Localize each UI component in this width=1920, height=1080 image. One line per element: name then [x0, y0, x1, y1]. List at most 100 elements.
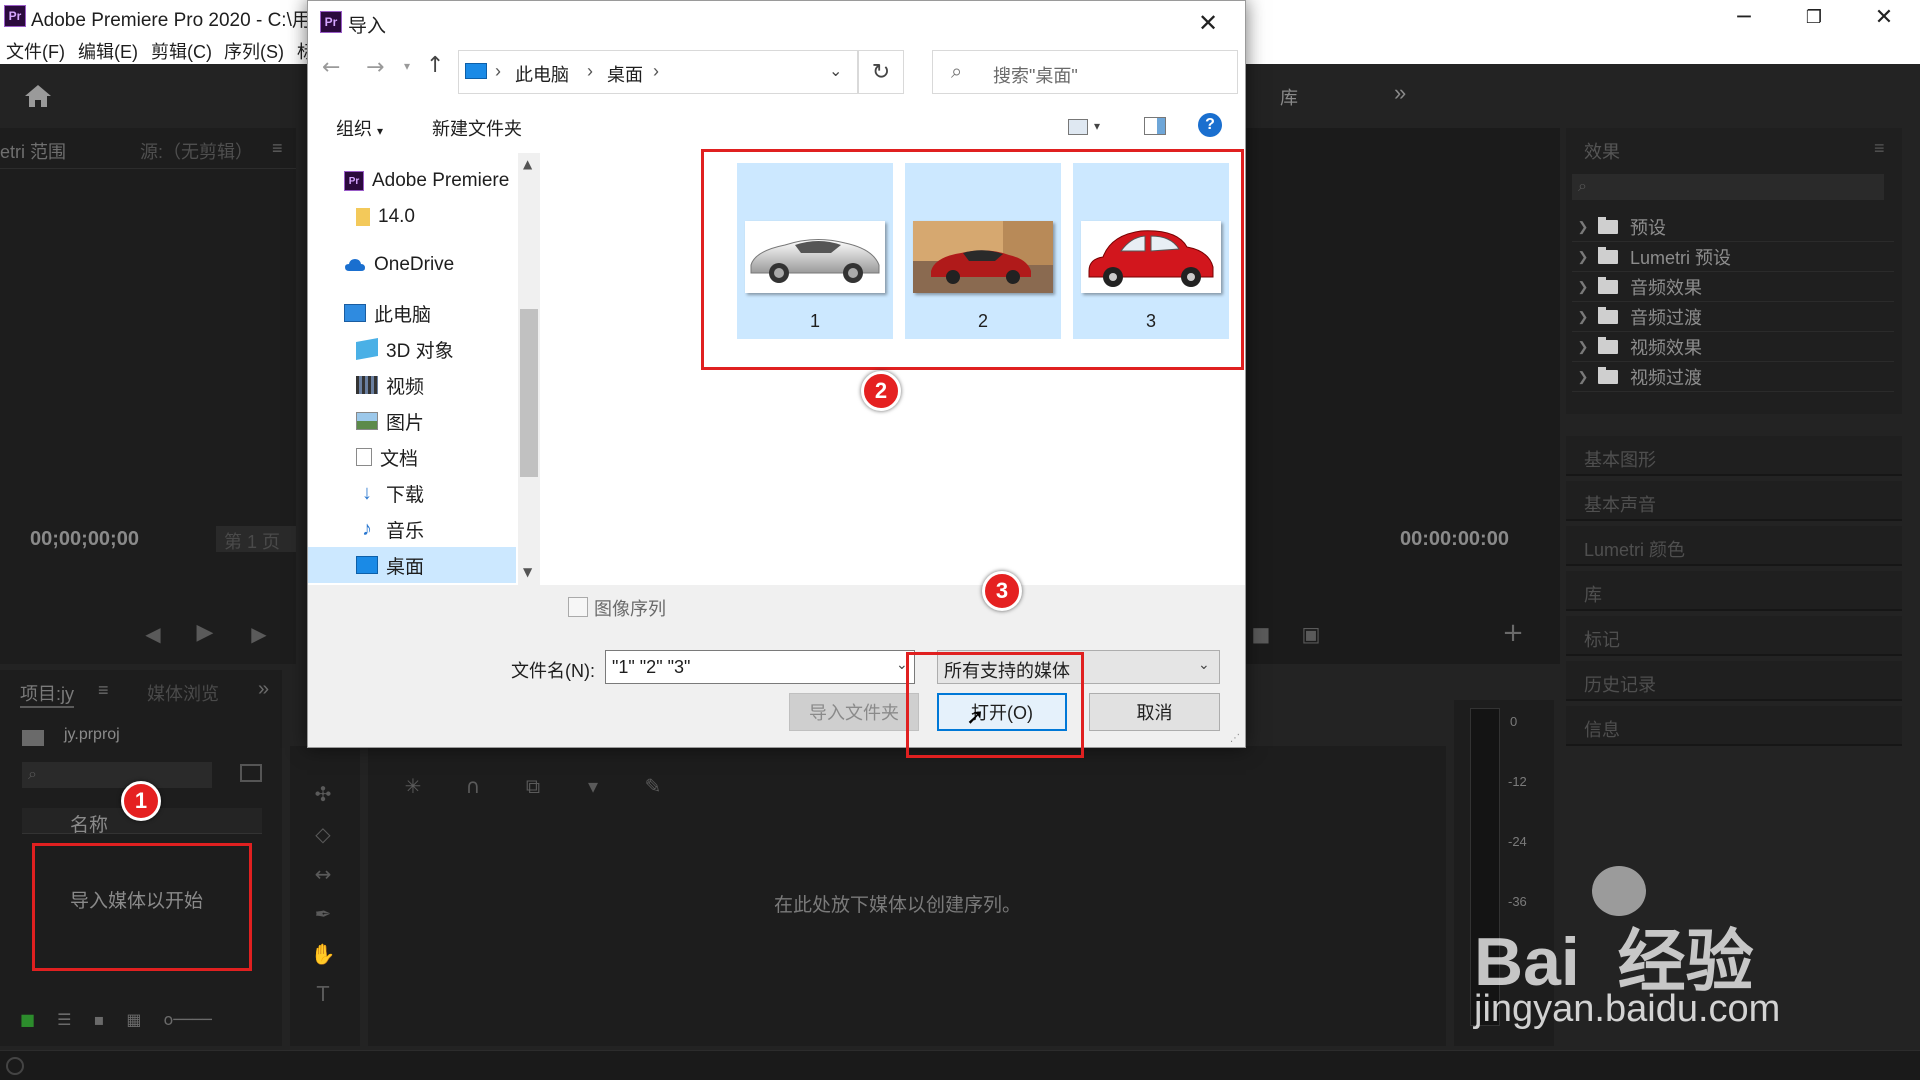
effects-menu-icon[interactable]: ≡	[1874, 138, 1885, 159]
icon-view-icon[interactable]: ▪	[93, 1010, 104, 1029]
panel-menu-icon[interactable]: ≡	[272, 138, 283, 159]
resize-grip-icon[interactable]: ⋰	[1230, 733, 1240, 744]
add-button-icon[interactable]: +	[1498, 618, 1528, 648]
tab-lumetri-scopes[interactable]: etri 范围	[0, 138, 66, 164]
section-markers[interactable]: 标记	[1566, 616, 1902, 656]
slip-icon[interactable]: ↔	[308, 862, 338, 886]
fx-item-video-transitions[interactable]: ❯ 视频过渡	[1572, 362, 1894, 392]
menu-sequence[interactable]: 序列(S)	[224, 38, 284, 64]
tab-source[interactable]: 源:（无剪辑）	[140, 138, 253, 164]
section-history[interactable]: 历史记录	[1566, 661, 1902, 701]
help-icon[interactable]: ?	[1198, 113, 1222, 137]
fx-item-video-effects[interactable]: ❯ 视频效果	[1572, 332, 1894, 362]
nav-this-pc[interactable]: 此电脑	[308, 295, 516, 331]
track-select-icon[interactable]: ✣	[308, 782, 338, 806]
type-tool-icon[interactable]: T	[308, 982, 338, 1006]
list-view-icon[interactable]: ☰	[57, 1010, 71, 1029]
freeform-view-icon[interactable]: ▦	[126, 1010, 141, 1029]
nav-onedrive[interactable]: OneDrive	[308, 247, 516, 283]
menu-file[interactable]: 文件(F)	[6, 38, 65, 64]
page-selector[interactable]: 第 1 页	[216, 526, 296, 552]
breadcrumb-this-pc[interactable]: 此电脑	[515, 61, 569, 87]
address-bar[interactable]: › 此电脑 › 桌面 › ⌄	[458, 50, 858, 94]
nav-adobe-premiere[interactable]: Pr Adobe Premiere	[308, 163, 516, 199]
cancel-button[interactable]: 取消	[1089, 693, 1220, 731]
camera-icon[interactable]: ■	[1246, 622, 1276, 646]
fx-item-presets[interactable]: ❯ 预设	[1572, 212, 1894, 242]
section-lumetri-color[interactable]: Lumetri 颜色	[1566, 526, 1902, 566]
new-folder-button[interactable]: 新建文件夹	[432, 115, 522, 141]
compare-icon[interactable]: ▣	[1296, 622, 1326, 646]
pictures-icon	[356, 412, 378, 430]
filename-input[interactable]: "1" "2" "3" ⌄	[605, 650, 915, 684]
forward-icon[interactable]: →	[366, 55, 384, 80]
tab-project[interactable]: 项目:jy	[20, 680, 74, 708]
step-forward-icon[interactable]: ▶	[244, 622, 274, 646]
section-essential-graphics[interactable]: 基本图形	[1566, 436, 1902, 476]
nav-scrollbar[interactable]: ▲ ▼	[518, 153, 540, 585]
scroll-thumb[interactable]	[520, 309, 538, 477]
nav-3d-objects[interactable]: 3D 对象	[308, 331, 516, 367]
scroll-down-icon[interactable]: ▼	[523, 565, 532, 579]
play-icon[interactable]: ▶	[190, 620, 220, 645]
close-app-button[interactable]: ✕	[1856, 0, 1912, 34]
fx-item-lumetri-presets[interactable]: ❯ Lumetri 预设	[1572, 242, 1894, 272]
nav-documents[interactable]: 文档	[308, 439, 516, 475]
preview-pane-icon[interactable]	[1144, 117, 1166, 135]
view-icon[interactable]	[1068, 119, 1088, 135]
effects-search-input[interactable]: ⌕	[1572, 174, 1884, 200]
wrench-icon[interactable]: ✎	[638, 774, 668, 798]
workspace-more-icon[interactable]: »	[1394, 80, 1406, 106]
import-folder-button[interactable]: 导入文件夹	[789, 693, 919, 731]
nav-music[interactable]: ♪ 音乐	[308, 511, 516, 547]
recent-dropdown-icon[interactable]: ▾	[404, 59, 410, 73]
workspace-tab-library[interactable]: 库	[1280, 84, 1298, 110]
section-info[interactable]: 信息	[1566, 706, 1902, 746]
back-icon[interactable]: ←	[322, 55, 340, 80]
home-icon[interactable]	[22, 82, 54, 110]
up-icon[interactable]: ↑	[426, 53, 444, 78]
nav-folder-14[interactable]: 14.0	[308, 199, 516, 235]
more-tabs-icon[interactable]: »	[258, 678, 269, 701]
section-libraries[interactable]: 库	[1566, 571, 1902, 611]
panel-menu-icon[interactable]: ≡	[98, 680, 109, 701]
lock-icon[interactable]: ■	[20, 1010, 35, 1029]
minimize-button[interactable]: ─	[1716, 0, 1772, 34]
status-bar	[0, 1050, 1920, 1080]
address-dropdown-icon[interactable]: ⌄	[829, 61, 842, 80]
breadcrumb-desktop[interactable]: 桌面	[607, 61, 643, 87]
nav-pictures[interactable]: 图片	[308, 403, 516, 439]
restore-button[interactable]: ❐	[1786, 0, 1842, 34]
tab-media-browser[interactable]: 媒体浏览	[147, 680, 219, 706]
organize-menu[interactable]: 组织 ▾	[336, 115, 383, 141]
zoom-slider[interactable]: o────	[163, 1010, 211, 1029]
marker-icon[interactable]: ▾	[578, 774, 608, 798]
magnet-icon[interactable]: ∩	[458, 774, 488, 798]
meter-label-12: -12	[1508, 774, 1527, 789]
source-timecode[interactable]: 00;00;00;00	[30, 528, 139, 551]
nav-desktop[interactable]: 桌面	[308, 547, 516, 583]
step-back-icon[interactable]: ◀	[138, 622, 168, 646]
fx-item-audio-effects[interactable]: ❯ 音频效果	[1572, 272, 1894, 302]
search-box[interactable]: ⌕ 搜索"桌面"	[932, 50, 1238, 94]
new-bin-icon[interactable]	[240, 764, 262, 782]
nav-videos[interactable]: 视频	[308, 367, 516, 403]
fx-item-audio-transitions[interactable]: ❯ 音频过渡	[1572, 302, 1894, 332]
hand-icon[interactable]: ✋	[308, 942, 338, 966]
refresh-icon[interactable]: ↻	[858, 50, 904, 94]
menu-clip[interactable]: 剪辑(C)	[151, 38, 212, 64]
section-essential-sound[interactable]: 基本声音	[1566, 481, 1902, 521]
linked-selection-icon[interactable]: ⧉	[518, 774, 548, 798]
razor-icon[interactable]: ◇	[308, 822, 338, 846]
folder-icon	[356, 208, 370, 226]
snap-icon[interactable]: ✳	[398, 774, 428, 798]
program-timecode[interactable]: 00:00:00:00	[1400, 528, 1509, 551]
project-search-input[interactable]: ⌕	[22, 762, 212, 788]
pen-icon[interactable]: ✒	[308, 902, 338, 926]
scroll-up-icon[interactable]: ▲	[523, 157, 532, 171]
image-sequence-checkbox[interactable]	[568, 597, 588, 617]
nav-downloads[interactable]: ↓ 下载	[308, 475, 516, 511]
dialog-close-icon[interactable]: ✕	[1188, 7, 1228, 39]
menu-edit[interactable]: 编辑(E)	[78, 38, 138, 64]
view-dropdown-icon[interactable]: ▾	[1094, 119, 1100, 133]
